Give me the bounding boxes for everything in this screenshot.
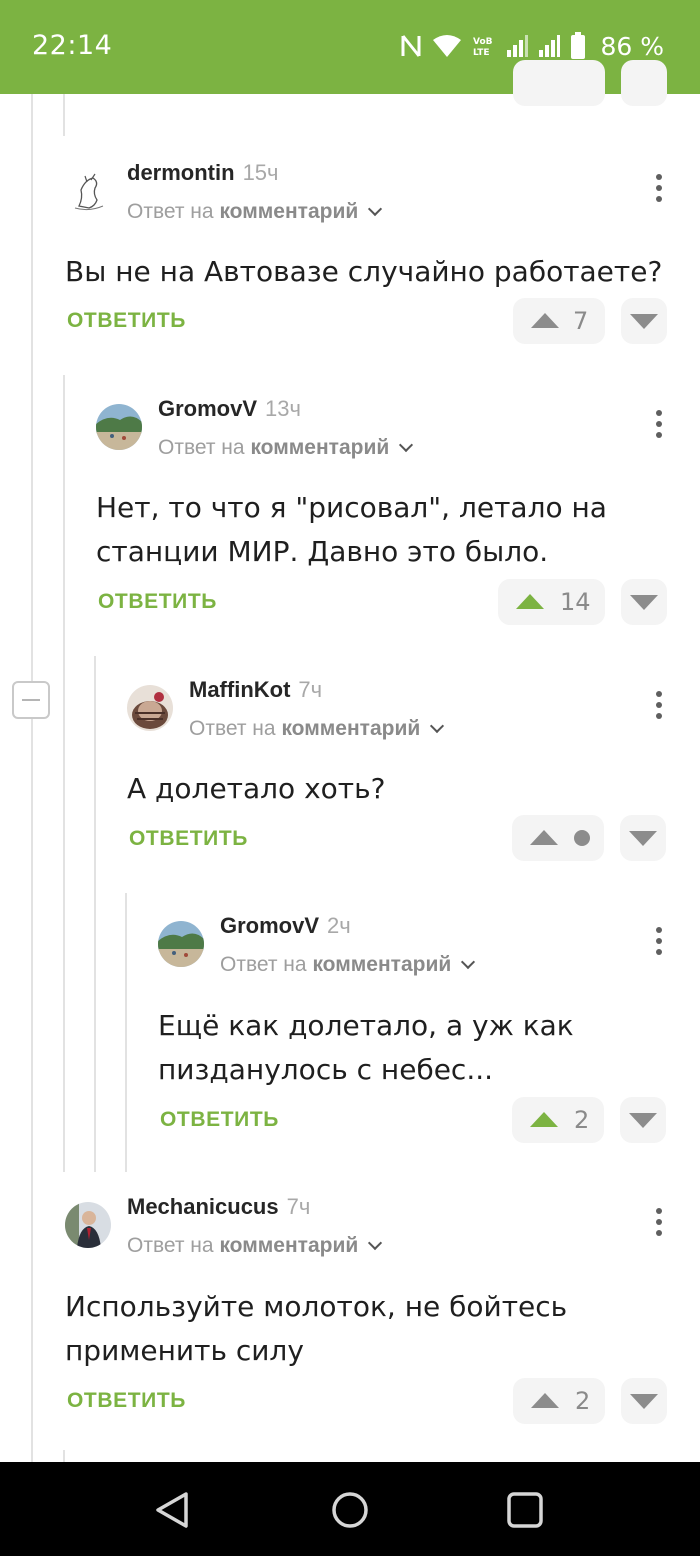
reply-button[interactable]: ОТВЕТИТЬ xyxy=(160,1108,279,1132)
comment-time: 2ч xyxy=(327,913,351,938)
avatar[interactable] xyxy=(65,1202,111,1248)
more-options-icon[interactable] xyxy=(655,174,663,202)
downvote-arrow-icon xyxy=(629,831,657,846)
recents-icon[interactable] xyxy=(506,1491,544,1529)
reply-to-link[interactable]: Ответ на комментарий xyxy=(158,436,414,460)
more-options-icon[interactable] xyxy=(655,410,663,438)
upvote-button[interactable] xyxy=(512,815,604,861)
chevron-down-icon xyxy=(461,954,476,970)
svg-text:LTE: LTE xyxy=(473,48,490,58)
comment-time: 7ч xyxy=(298,677,323,702)
vote-count: 14 xyxy=(560,588,591,616)
navigation-bar xyxy=(0,1462,700,1556)
comment-dermontin: dermontin 15ч Ответ на комментарий Вы не … xyxy=(65,160,675,360)
downvote-button[interactable] xyxy=(620,815,666,861)
comment-username[interactable]: Mechanicucus 7ч xyxy=(127,1194,310,1220)
maffinkot-avatar-image xyxy=(127,685,173,731)
avatar[interactable] xyxy=(96,404,142,450)
downvote-button[interactable] xyxy=(621,579,667,625)
downvote-button[interactable] xyxy=(621,298,667,344)
comment-time: 7ч xyxy=(286,1194,311,1219)
upvote-arrow-icon xyxy=(531,313,559,328)
more-options-icon[interactable] xyxy=(655,927,663,955)
thread-line-level-0 xyxy=(31,94,33,1462)
vote-count: 2 xyxy=(574,1106,590,1134)
upvote-button[interactable]: 2 xyxy=(513,1378,605,1424)
chevron-down-icon xyxy=(399,437,414,453)
reply-to-link[interactable]: Ответ на комментарий xyxy=(189,717,445,741)
reply-to-link[interactable]: Ответ на комментарий xyxy=(127,200,383,224)
downvote-arrow-icon xyxy=(630,1394,658,1409)
collapse-thread-button[interactable] xyxy=(12,681,50,719)
back-icon[interactable] xyxy=(152,1490,194,1530)
comment-maffinkot: MaffinKot 7ч Ответ на комментарий А долет… xyxy=(127,677,675,867)
comment-mechanicucus: Mechanicucus 7ч Ответ на комментарий Испо… xyxy=(65,1194,675,1434)
downvote-arrow-icon xyxy=(630,314,658,329)
comment-text: Используйте молоток, не бойтесь применит… xyxy=(65,1290,568,1367)
chevron-down-icon xyxy=(430,718,445,734)
home-icon[interactable] xyxy=(330,1490,370,1530)
upvote-button[interactable]: 14 xyxy=(498,579,605,625)
reply-to-link[interactable]: Ответ на комментарий xyxy=(127,1234,383,1258)
reply-to-link[interactable]: Ответ на комментарий xyxy=(220,953,476,977)
reply-button[interactable]: ОТВЕТИТЬ xyxy=(67,309,186,333)
wifi-icon xyxy=(433,35,462,57)
gromovv-avatar-image xyxy=(96,404,142,450)
upvote-arrow-icon xyxy=(530,830,558,845)
downvote-arrow-icon xyxy=(629,1113,657,1128)
comment-gromovv-2: GromovV 2ч Ответ на комментарий Ещё как д… xyxy=(158,913,675,1148)
comment-text: Ещё как долетало, а уж как пизданулось с… xyxy=(158,1009,574,1086)
dermontin-avatar-image xyxy=(74,173,104,211)
reply-button[interactable]: ОТВЕТИТЬ xyxy=(98,590,217,614)
comment-text: Вы не на Автовазе случайно работаете? xyxy=(65,255,663,288)
upvote-button[interactable]: 7 xyxy=(513,298,605,344)
chevron-down-icon xyxy=(368,201,383,217)
avatar[interactable] xyxy=(158,921,204,967)
upvote-arrow-icon xyxy=(531,1393,559,1408)
mechanicucus-avatar-image xyxy=(65,1202,111,1248)
prev-upvote-button[interactable] xyxy=(513,60,605,106)
reply-button[interactable]: ОТВЕТИТЬ xyxy=(67,1389,186,1413)
thread-line-level-1 xyxy=(63,375,65,1172)
hidden-rating-dot xyxy=(574,830,590,846)
battery-icon xyxy=(571,32,586,59)
comment-username[interactable]: GromovV 2ч xyxy=(220,913,351,939)
more-options-icon[interactable] xyxy=(655,691,663,719)
comment-time: 13ч xyxy=(265,396,301,421)
comment-time: 15ч xyxy=(242,160,279,185)
comment-username[interactable]: GromovV 13ч xyxy=(158,396,301,422)
chevron-down-icon xyxy=(368,1235,383,1251)
downvote-arrow-icon xyxy=(630,595,658,610)
thread-line-level-2 xyxy=(94,656,96,1172)
upvote-button[interactable]: 2 xyxy=(512,1097,604,1143)
comment-username[interactable]: MaffinKot 7ч xyxy=(189,677,322,703)
signal-1-icon xyxy=(507,35,529,57)
vote-count: 2 xyxy=(575,1387,591,1415)
downvote-button[interactable] xyxy=(621,1378,667,1424)
reply-button[interactable]: ОТВЕТИТЬ xyxy=(129,827,248,851)
upvote-arrow-icon xyxy=(530,1112,558,1127)
more-options-icon[interactable] xyxy=(655,1208,663,1236)
avatar[interactable] xyxy=(65,168,111,214)
volte-icon: VoB LTE xyxy=(473,37,493,58)
vote-count: 7 xyxy=(573,307,589,335)
downvote-button[interactable] xyxy=(620,1097,666,1143)
comment-username[interactable]: dermontin 15ч xyxy=(127,160,279,186)
thread-line-level-1-top xyxy=(63,94,65,136)
signal-2-icon xyxy=(539,35,561,57)
upvote-arrow-icon xyxy=(516,594,544,609)
battery-percentage: 86 % xyxy=(600,31,664,61)
comment-gromovv-1: GromovV 13ч Ответ на комментарий Нет, то … xyxy=(96,396,676,626)
gromovv-avatar-image xyxy=(158,921,204,967)
prev-downvote-button[interactable] xyxy=(621,60,667,106)
comment-text: Нет, то что я "рисовал", летало на станц… xyxy=(96,491,607,568)
status-time: 22:14 xyxy=(32,30,113,61)
nfc-icon xyxy=(401,35,421,57)
svg-text:VoB: VoB xyxy=(473,37,493,47)
status-icons: VoB LTE 86 % xyxy=(400,30,664,62)
thread-line-level-3 xyxy=(125,893,127,1172)
avatar[interactable] xyxy=(127,685,173,731)
thread-line-level-1-bottom xyxy=(63,1450,65,1462)
comment-text: А долетало хоть? xyxy=(127,772,386,805)
